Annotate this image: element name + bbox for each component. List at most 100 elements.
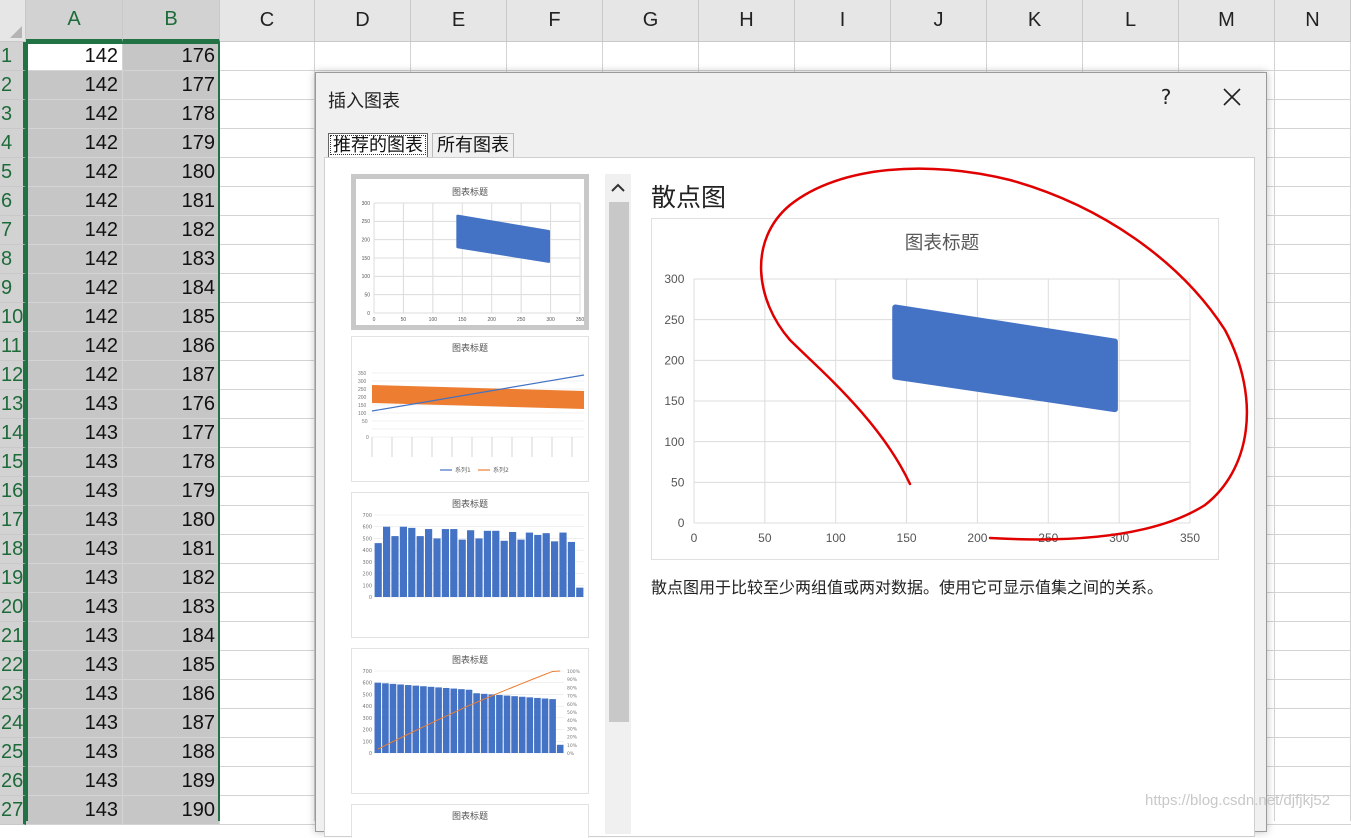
cell-b14[interactable]: 177 [123,419,220,448]
row-header[interactable]: 14 [0,419,26,448]
cell-a6[interactable]: 142 [26,187,123,216]
row-header[interactable]: 17 [0,506,26,535]
row-header[interactable]: 3 [0,100,26,129]
thumbnail-pareto[interactable]: 图表标题 0 100 200 300 400 500 600 700 0% 10% 20% 30% 40… [351,648,589,794]
row-header[interactable]: 16 [0,477,26,506]
cell-b22[interactable]: 185 [123,651,220,680]
row-header[interactable]: 7 [0,216,26,245]
cell-a15[interactable]: 143 [26,448,123,477]
row-header[interactable]: 11 [0,332,26,361]
row-header[interactable]: 8 [0,245,26,274]
row-header[interactable]: 9 [0,274,26,303]
column-header-g[interactable]: G [603,0,699,42]
row-header[interactable]: 19 [0,564,26,593]
row-header[interactable]: 2 [0,71,26,100]
cell-a17[interactable]: 143 [26,506,123,535]
cell-a20[interactable]: 143 [26,593,123,622]
cell-b21[interactable]: 184 [123,622,220,651]
scrollbar-thumb[interactable] [609,202,629,722]
cell-a23[interactable]: 143 [26,680,123,709]
column-header-h[interactable]: H [699,0,795,42]
cell-b5[interactable]: 180 [123,158,220,187]
help-button[interactable]: ? [1152,83,1180,111]
row-header[interactable]: 4 [0,129,26,158]
cell-b4[interactable]: 179 [123,129,220,158]
cell-b10[interactable]: 185 [123,303,220,332]
cell-a7[interactable]: 142 [26,216,123,245]
cell-a8[interactable]: 142 [26,245,123,274]
thumbnail-more[interactable]: 图表标题 [351,804,589,838]
cell-b7[interactable]: 182 [123,216,220,245]
thumbnail-line[interactable]: 图表标题 350 300 250 200 150 100 50 0 系列1 系列… [351,336,589,482]
cell-b15[interactable]: 178 [123,448,220,477]
column-header-n[interactable]: N [1275,0,1351,42]
tab-recommended-charts[interactable]: 推荐的图表 [328,133,428,157]
row-header[interactable]: 24 [0,709,26,738]
column-header-f[interactable]: F [507,0,603,42]
row-header[interactable]: 21 [0,622,26,651]
cell-b16[interactable]: 179 [123,477,220,506]
cell-b2[interactable]: 177 [123,71,220,100]
cell-a9[interactable]: 142 [26,274,123,303]
cell-b20[interactable]: 183 [123,593,220,622]
row-header[interactable]: 12 [0,361,26,390]
row-header[interactable]: 1 [0,42,26,71]
close-button[interactable] [1216,81,1248,113]
cell-a16[interactable]: 143 [26,477,123,506]
cell-a19[interactable]: 143 [26,564,123,593]
row-header[interactable]: 26 [0,767,26,796]
column-header-j[interactable]: J [891,0,987,42]
cell-a26[interactable]: 143 [26,767,123,796]
cell-a1[interactable]: 142 [26,42,123,71]
row-header[interactable]: 23 [0,680,26,709]
select-all-corner[interactable] [0,0,26,42]
row-header[interactable]: 25 [0,738,26,767]
cell-a4[interactable]: 142 [26,129,123,158]
row-header[interactable]: 5 [0,158,26,187]
column-header-i[interactable]: I [795,0,891,42]
cell-a22[interactable]: 143 [26,651,123,680]
cell-b26[interactable]: 189 [123,767,220,796]
cell-b17[interactable]: 180 [123,506,220,535]
tab-all-charts[interactable]: 所有图表 [432,133,514,157]
row-header[interactable]: 18 [0,535,26,564]
cell-b11[interactable]: 186 [123,332,220,361]
cell-b19[interactable]: 182 [123,564,220,593]
cell-a2[interactable]: 142 [26,71,123,100]
cell-a11[interactable]: 142 [26,332,123,361]
thumbnail-scatter[interactable]: 图表标题 0 50 100 150 200 250 300 350 0 50 100 150 200 25… [351,174,589,330]
cell-b3[interactable]: 178 [123,100,220,129]
thumbnail-histogram[interactable]: 图表标题 0 100 200 300 400 500 600 700 [351,492,589,638]
cell-a12[interactable]: 142 [26,361,123,390]
row-header[interactable]: 15 [0,448,26,477]
row-header[interactable]: 6 [0,187,26,216]
column-header-m[interactable]: M [1179,0,1275,42]
cell-b1[interactable]: 176 [123,42,220,71]
cell-b9[interactable]: 184 [123,274,220,303]
row-header[interactable]: 20 [0,593,26,622]
cell-b13[interactable]: 176 [123,390,220,419]
column-header-k[interactable]: K [987,0,1083,42]
cell-b12[interactable]: 187 [123,361,220,390]
cell-b6[interactable]: 181 [123,187,220,216]
cell-a18[interactable]: 143 [26,535,123,564]
column-header-a[interactable]: A [26,0,123,42]
cell-b8[interactable]: 183 [123,245,220,274]
column-header-c[interactable]: C [220,0,315,42]
scroll-up-button[interactable] [605,174,631,202]
cell-a13[interactable]: 143 [26,390,123,419]
thumbnail-scrollbar[interactable] [605,174,631,834]
cell-a10[interactable]: 142 [26,303,123,332]
column-header-d[interactable]: D [315,0,411,42]
column-header-e[interactable]: E [411,0,507,42]
row-header[interactable]: 13 [0,390,26,419]
cell-a21[interactable]: 143 [26,622,123,651]
cell-a3[interactable]: 142 [26,100,123,129]
cell-b23[interactable]: 186 [123,680,220,709]
column-header-l[interactable]: L [1083,0,1179,42]
cell-b18[interactable]: 181 [123,535,220,564]
cell-b24[interactable]: 187 [123,709,220,738]
cell-a5[interactable]: 142 [26,158,123,187]
cell-b25[interactable]: 188 [123,738,220,767]
cell-a14[interactable]: 143 [26,419,123,448]
